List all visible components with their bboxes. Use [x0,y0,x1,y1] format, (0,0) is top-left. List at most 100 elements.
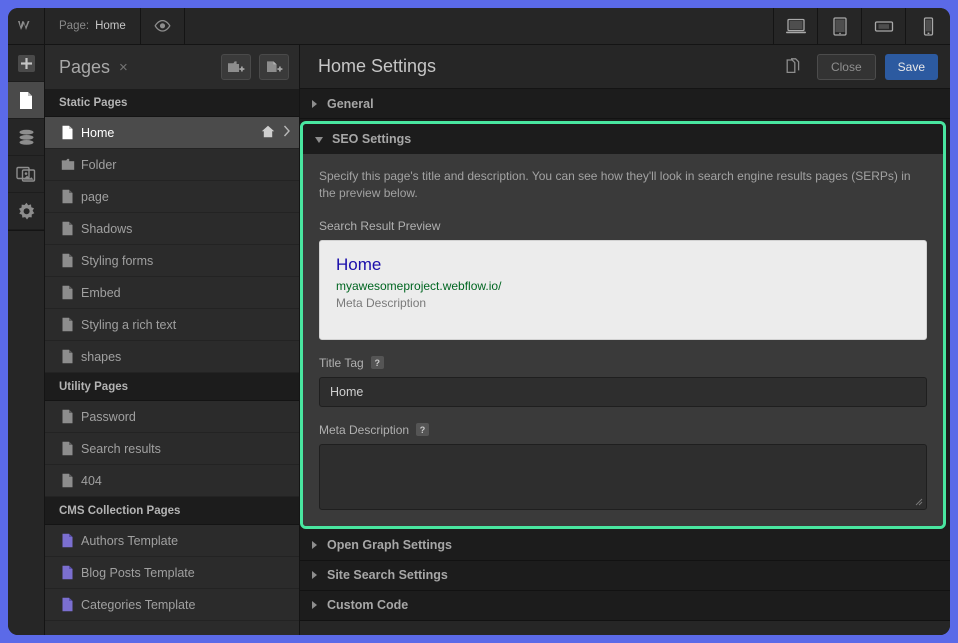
images-icon [16,166,36,182]
page-icon [61,221,81,236]
page-icon [61,285,81,300]
section-open-graph[interactable]: Open Graph Settings [300,530,950,561]
section-seo-header[interactable]: SEO Settings [303,124,943,154]
breadcrumb-label: Page: [59,20,90,32]
page-list-item[interactable]: Categories Template [45,589,299,621]
tablet-glyph [832,16,847,36]
page-title: Home Settings [318,56,437,76]
device-tablet-icon[interactable] [818,8,862,44]
rail-item-settings-panel[interactable] [8,193,44,230]
chevron-right-icon [312,571,317,580]
page-list-item[interactable]: shapes [45,341,299,373]
section-custom-code-label: Custom Code [327,598,409,613]
plus-icon [17,54,35,72]
pages-group-heading: Utility Pages [45,373,299,401]
pages-list[interactable]: Static Pages Home Folder page Shadows Styling… [45,89,299,635]
settings-sections: General SEO Settings Specify this page's… [300,89,950,635]
section-site-search[interactable]: Site Search Settings [300,560,950,591]
page-list-item[interactable]: Authors Template [45,525,299,557]
chevron-right-icon[interactable] [283,125,291,140]
meta-description-label-text: Meta Description [319,422,410,437]
page-list-item-label: Authors Template [81,533,179,548]
device-mobile-icon[interactable] [906,8,950,44]
pages-group-heading: Static Pages [45,89,299,117]
left-rail [8,45,45,635]
page-list-item[interactable]: Folder [45,149,299,181]
page-list-item-label: Styling forms [81,253,154,268]
pages-panel-header: Pages × [45,45,299,89]
webflow-logo-glyph [18,21,30,30]
page-list-item[interactable]: Shadows [45,213,299,245]
page-icon [61,317,81,332]
section-seo-settings: SEO Settings Specify this page's title a… [300,121,946,529]
settings-panel: Home Settings Close Save General SEO Set… [300,45,950,635]
duplicate-button[interactable] [780,54,808,80]
chevron-right-icon [312,601,317,610]
mobile-glyph [923,16,933,36]
new-folder-button[interactable] [221,54,251,80]
chevron-right-icon [312,541,317,550]
rail-item-pages-panel[interactable] [8,82,44,119]
eye-glyph [154,20,171,32]
page-icon [61,125,81,140]
page-list-item-label: Styling a rich text [81,317,177,332]
close-icon[interactable]: × [119,60,128,75]
close-button[interactable]: Close [816,53,876,80]
page-list-item[interactable]: Styling forms [45,245,299,277]
page-list-item[interactable]: Blog Posts Template [45,557,299,589]
page-list-item-label: Password [81,409,136,424]
new-page-button[interactable] [259,54,289,80]
preview-eye-icon[interactable] [141,8,185,44]
page-list-item[interactable]: Search results [45,433,299,465]
rail-item-add-panel[interactable] [8,45,44,82]
gear-icon [18,202,34,219]
seo-help-text: Specify this page's title and descriptio… [319,169,911,201]
device-desktop-icon[interactable] [774,8,818,44]
cms-page-icon [61,565,81,580]
page-list-item[interactable]: Password [45,401,299,433]
breadcrumb[interactable]: Page: Home [45,8,141,44]
meta-description-wrap [319,443,927,510]
tablet-landscape-glyph [874,21,893,32]
page-icon [61,409,81,424]
cms-page-icon [61,597,81,612]
section-custom-code[interactable]: Custom Code [300,590,950,621]
page-list-item[interactable]: Embed [45,277,299,309]
page-icon [61,473,81,488]
webflow-designer-window: Page: Home Pages × Static Pages Home Fol… [8,8,950,635]
page-list-item-label: Embed [81,285,121,300]
rail-divider [8,230,44,231]
rail-item-assets-panel[interactable] [8,156,44,193]
page-list-item-label: Home [81,125,115,140]
desktop-glyph [785,18,806,33]
page-list-item[interactable]: page [45,181,299,213]
search-result-preview-card: Home myawesomeproject.webflow.io/ Meta D… [319,239,927,340]
section-general[interactable]: General [300,89,950,119]
serp-description: Meta Description [336,295,427,310]
rail-item-cms-panel[interactable] [8,119,44,156]
save-button[interactable]: Save [884,53,938,80]
page-list-item[interactable]: 404 [45,465,299,497]
help-icon[interactable]: ? [416,423,430,437]
page-icon [20,91,32,109]
help-icon[interactable]: ? [370,356,384,370]
serp-title: Home [336,254,382,274]
page-list-item[interactable]: Home [45,117,299,149]
title-tag-label-text: Title Tag [319,355,364,370]
page-list-item-label: Search results [81,441,161,456]
title-tag-label: Title Tag ? [319,356,927,370]
page-icon [61,253,81,268]
section-open-graph-label: Open Graph Settings [327,538,453,553]
webflow-logo-icon[interactable] [8,8,45,44]
top-bar: Page: Home [8,8,950,45]
main-body: Pages × Static Pages Home Folder page Sh… [8,45,950,635]
title-tag-input[interactable] [319,376,927,407]
section-seo-label: SEO Settings [332,132,412,146]
pages-group-heading: CMS Collection Pages [45,497,299,525]
page-list-item[interactable]: Styling a rich text [45,309,299,341]
pages-panel: Pages × Static Pages Home Folder page Sh… [45,45,300,635]
pages-panel-title: Pages [59,56,111,77]
device-tablet-landscape-icon[interactable] [862,8,906,44]
meta-description-textarea[interactable] [319,443,927,510]
seo-settings-body: Specify this page's title and descriptio… [303,154,943,526]
